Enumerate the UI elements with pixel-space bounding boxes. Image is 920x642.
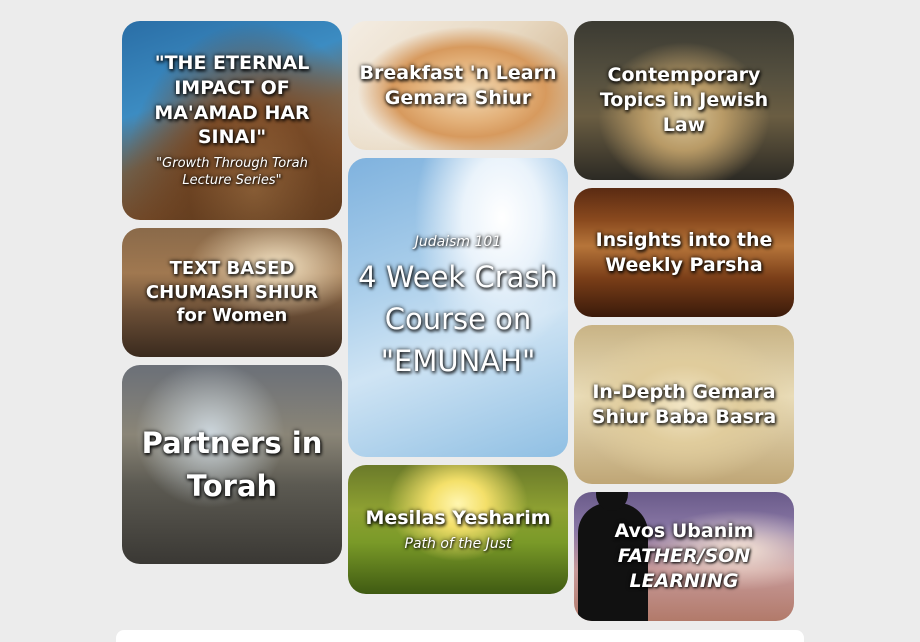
tile-kicker: Judaism 101 (414, 234, 502, 251)
tile-subtitle: "Growth Through Torah Lecture Series" (156, 155, 308, 188)
tile-title: Contemporary Topics in Jewish Law (599, 64, 769, 136)
tile-title: Breakfast 'n Learn Gemara Shiur (359, 61, 557, 109)
tile-emunah-crash-course[interactable]: Judaism 101 4 Week Crash Course on "EMUN… (348, 158, 568, 457)
tile-subtitle: FATHER/SON LEARNING (617, 545, 751, 592)
content-panel-edge (116, 630, 804, 642)
tile-mesilas-yesharim[interactable]: Mesilas Yesharim Path of the Just (348, 465, 568, 594)
tile-avos-ubanim[interactable]: Avos Ubanim FATHER/SON LEARNING (574, 492, 794, 621)
tile-eternal-impact-lecture[interactable]: "THE ETERNAL IMPACT OF MA'AMAD HAR SINAI… (122, 21, 342, 220)
tile-weekly-parsha[interactable]: Insights into the Weekly Parsha (574, 188, 794, 317)
tile-title: Mesilas Yesharim (365, 507, 551, 530)
tile-breakfast-gemara-shiur[interactable]: Breakfast 'n Learn Gemara Shiur (348, 21, 568, 150)
tile-partners-in-torah[interactable]: Partners in Torah (122, 365, 342, 564)
tile-contemporary-topics[interactable]: Contemporary Topics in Jewish Law (574, 21, 794, 180)
tile-title: In-Depth Gemara Shiur Baba Basra (591, 380, 777, 428)
tile-title: Avos Ubanim (614, 520, 754, 543)
tile-title: 4 Week Crash Course on "EMUNAH" (358, 259, 558, 378)
tile-title: "THE ETERNAL IMPACT OF MA'AMAD HAR SINAI… (154, 52, 310, 149)
tile-subtitle: Path of the Just (404, 535, 512, 552)
tile-title: Insights into the Weekly Parsha (595, 228, 773, 276)
tile-title: Partners in Torah (141, 426, 323, 503)
tile-chumash-shiur-women[interactable]: TEXT BASED CHUMASH SHIUR for Women (122, 228, 342, 357)
tile-title: TEXT BASED CHUMASH SHIUR for Women (145, 258, 319, 327)
tile-gemara-baba-basra[interactable]: In-Depth Gemara Shiur Baba Basra (574, 325, 794, 484)
